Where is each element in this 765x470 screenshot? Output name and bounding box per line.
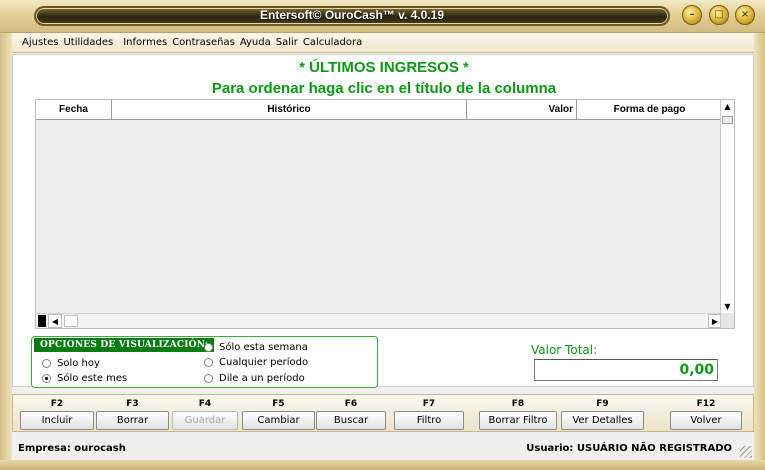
window-frame-left — [0, 33, 12, 460]
scroll-down-icon[interactable]: ▼ — [721, 300, 734, 314]
borrar-filtro-button[interactable]: Borrar Filtro — [479, 411, 557, 430]
column-header-fecha[interactable]: Fecha — [36, 100, 112, 120]
fkey-label: F9 — [596, 399, 609, 409]
radio-circle-icon[interactable] — [204, 343, 213, 352]
radio-circle-icon[interactable] — [204, 358, 213, 367]
ver-detalles-button[interactable]: Ver Detalles — [561, 411, 644, 430]
menu-ajustes[interactable]: Ajustes — [22, 37, 58, 48]
total-value: 0,00 — [534, 359, 718, 381]
company-status: Empresa: ourocash — [18, 443, 126, 454]
horizontal-scrollbar[interactable]: ◀ ▶ — [36, 313, 722, 328]
fkey-label: F7 — [422, 399, 436, 409]
radio-label: Sólo esta semana — [219, 342, 308, 353]
fkey-f4: F4 Guardar — [172, 397, 238, 430]
column-header-valor[interactable]: Valor — [467, 100, 577, 120]
title-bar[interactable]: Entersoft© OuroCash™ v. 4.0.19 – □ × — [0, 0, 765, 33]
horizontal-scroll-track[interactable] — [64, 315, 78, 327]
radio-checked-icon[interactable] — [42, 374, 51, 383]
menu-utilidades[interactable]: Utilidades — [63, 37, 113, 48]
radio-dile-a-un-periodo[interactable]: Dile a un período — [204, 373, 305, 384]
menu-calculadora[interactable]: Calculadora — [303, 37, 362, 48]
menu-salir[interactable]: Salir — [276, 37, 298, 48]
function-key-bar: F2 Incluir F3 Borrar F4 Guardar F5 Cambi… — [12, 394, 754, 432]
table-header: Fecha Histórico Valor Forma de pago — [36, 100, 722, 120]
restore-icon[interactable]: □ — [709, 5, 729, 25]
fkey-label: F3 — [126, 399, 139, 409]
guardar-button[interactable]: Guardar — [172, 411, 238, 430]
fkey-f9: F9 Ver Detalles — [561, 397, 644, 430]
status-bar: Empresa: ourocash Usuario: USUÁRIO NÃO R… — [12, 438, 754, 460]
minimize-icon[interactable]: – — [682, 5, 702, 25]
view-options-label: OPCIONES DE VISUALIZACIÓN: — [34, 338, 215, 352]
fkey-f6: F6 Buscar — [316, 397, 386, 430]
menu-contrasenas[interactable]: Contraseñas — [172, 37, 235, 48]
column-header-forma-de-pago[interactable]: Forma de pago — [577, 100, 722, 120]
column-header-historico[interactable]: Histórico — [112, 100, 467, 120]
fkey-f3: F3 Borrar — [96, 397, 169, 430]
incluir-button[interactable]: Incluir — [20, 411, 94, 430]
menu-bar: Ajustes Utilidades Informes Contraseñas … — [12, 33, 754, 53]
menu-ayuda[interactable]: Ayuda — [240, 37, 271, 48]
radio-cualquier-periodo[interactable]: Cualquier período — [204, 357, 308, 368]
buscar-button[interactable]: Buscar — [316, 411, 386, 430]
user-status: Usuario: USUÁRIO NÃO REGISTRADO — [526, 443, 732, 454]
cambiar-button[interactable]: Cambiar — [242, 411, 315, 430]
vertical-scrollbar[interactable]: ▲ ▼ — [720, 100, 734, 314]
total-label: Valor Total: — [531, 343, 598, 357]
fkey-f12: F12 Volver — [670, 397, 742, 430]
radio-circle-icon[interactable] — [42, 359, 51, 368]
fkey-label: F5 — [272, 399, 285, 409]
radio-solo-este-mes[interactable]: Sólo este mes — [42, 373, 127, 384]
radio-circle-icon[interactable] — [204, 374, 213, 383]
window-frame-right — [754, 33, 765, 460]
resize-grip-icon[interactable] — [740, 446, 752, 458]
fkey-label: F6 — [344, 399, 358, 409]
volver-button[interactable]: Volver — [670, 411, 742, 430]
close-icon[interactable]: × — [735, 5, 755, 25]
horizontal-scroll-thumb[interactable] — [38, 315, 46, 327]
view-options-group: OPCIONES DE VISUALIZACIÓN: Solo hoy Sólo… — [31, 336, 378, 388]
scroll-up-icon[interactable]: ▲ — [721, 100, 734, 114]
fkey-label: F2 — [50, 399, 64, 409]
fkey-label: F12 — [696, 399, 716, 409]
page-subtitle: Para ordenar haga clic en el título de l… — [211, 80, 557, 97]
radio-label: Solo hoy — [57, 358, 100, 369]
fkey-f2: F2 Incluir — [20, 397, 94, 430]
page-title: * ÚLTIMOS INGRESOS * — [299, 59, 469, 76]
fkey-label: F4 — [198, 399, 212, 409]
main-panel: * ÚLTIMOS INGRESOS * Para ordenar haga c… — [12, 54, 754, 388]
radio-label: Cualquier período — [219, 357, 309, 368]
window-frame-bottom — [0, 460, 765, 470]
scrollbar-corner — [720, 313, 734, 328]
income-table[interactable]: Fecha Histórico Valor Forma de pago ▲ ▼ … — [35, 99, 735, 329]
fkey-f8: F8 Borrar Filtro — [479, 397, 557, 430]
radio-solo-hoy[interactable]: Solo hoy — [42, 358, 100, 369]
filtro-button[interactable]: Filtro — [394, 411, 464, 430]
menu-informes[interactable]: Informes — [123, 37, 167, 48]
window-title: Entersoft© OuroCash™ v. 4.0.19 — [259, 8, 444, 22]
fkey-label: F8 — [511, 399, 525, 409]
radio-solo-esta-semana[interactable]: Sólo esta semana — [204, 342, 308, 353]
vertical-scroll-thumb[interactable] — [722, 116, 733, 124]
radio-label: Dile a un período — [219, 373, 305, 384]
scroll-left-icon[interactable]: ◀ — [48, 314, 62, 328]
radio-label: Sólo este mes — [57, 373, 128, 384]
fkey-f7: F7 Filtro — [394, 397, 464, 430]
borrar-button[interactable]: Borrar — [96, 411, 169, 430]
fkey-f5: F5 Cambiar — [242, 397, 315, 430]
